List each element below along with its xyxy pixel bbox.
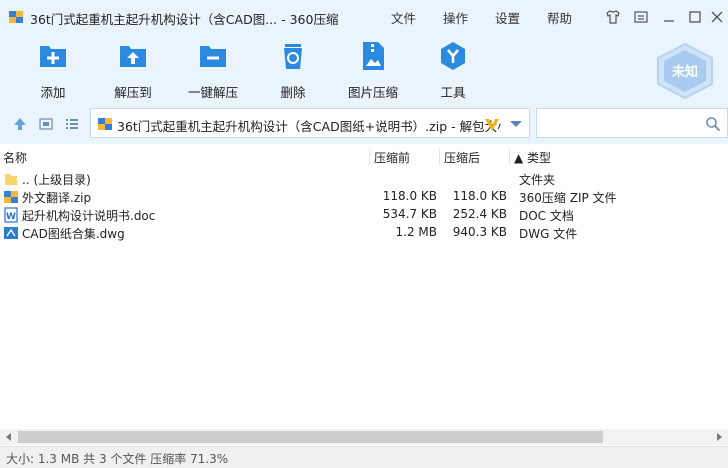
column-compressed-size[interactable]: 压缩后 [444,149,480,166]
menu-help[interactable]: 帮助 [547,8,572,27]
zip-archive-icon [98,118,112,130]
delete-icon [284,44,302,69]
checkmark-icon [485,119,499,131]
skin-button[interactable] [604,8,622,26]
menu-action[interactable]: 操作 [443,8,468,27]
doc-file-icon: W [4,207,18,223]
column-divider[interactable] [369,149,370,165]
image-compress-icon [363,42,384,70]
delete-button[interactable]: 删除 [258,38,328,100]
extract-to-button[interactable]: 解压到 [98,38,168,100]
one-click-extract-button[interactable]: 一键解压 [178,38,248,100]
file-original-size: 534.7 KB [382,207,437,221]
feedback-button[interactable] [632,8,650,26]
file-compressed-size: 940.3 KB [452,225,507,239]
one-click-extract-icon [200,46,226,67]
chevron-down-icon[interactable] [509,119,523,129]
file-name: 起升机构设计说明书.doc [22,209,156,223]
window-title: 36t门式起重机主起升机构设计（含CAD图... - 360压缩 [30,12,339,27]
menu-settings[interactable]: 设置 [495,8,520,27]
scrollbar-thumb[interactable] [18,431,603,443]
minimize-button[interactable] [660,8,678,26]
list-view-icon[interactable] [64,116,80,132]
svg-text:W: W [6,212,16,222]
file-type: DWG 文件 [519,227,578,241]
column-name[interactable]: 名称 [3,149,27,166]
minimize-icon [664,20,674,22]
status-text: 大小: 1.3 MB 共 3 个文件 压缩率 71.3% [6,452,229,466]
badge-label: 未知 [671,64,698,80]
file-name: .. (上级目录) [22,173,91,187]
up-arrow-icon[interactable] [12,116,28,132]
search-input[interactable] [536,108,728,138]
column-type[interactable]: ▲ 类型 [514,149,551,166]
scroll-left-icon[interactable] [4,432,14,442]
shirt-icon [606,10,620,24]
zip-file-icon [4,191,18,203]
file-type: 文件夹 [519,173,556,187]
unknown-status-badge[interactable]: 未知 [654,42,716,100]
list-item[interactable]: W 起升机构设计说明书.doc 534.7 KB 252.4 KB DOC 文档 [0,206,728,224]
maximize-icon [689,11,701,23]
file-type: DOC 文档 [519,209,574,223]
extract-to-icon [120,46,146,67]
path-field[interactable]: 36t门式起重机主起升机构设计（含CAD图纸+说明书）.zip - 解包大小 [90,108,530,138]
tools-icon [441,42,465,70]
path-text: 36t门式起重机主起升机构设计（含CAD图纸+说明书）.zip - 解包大小 [117,119,501,134]
maximize-button[interactable] [686,8,704,26]
add-button[interactable]: 添加 [18,38,88,100]
file-original-size: 118.0 KB [382,189,437,203]
toolbar: 添加 解压到 一键解压 删除 图片压缩 工具 未知 [0,34,728,104]
column-divider[interactable] [439,149,440,165]
close-button[interactable] [708,8,726,26]
thumbnail-view-icon[interactable] [38,116,54,132]
file-name: 外文翻译.zip [22,191,92,205]
image-compress-button[interactable]: 图片压缩 [338,38,408,100]
column-divider[interactable] [509,149,510,165]
close-icon [711,11,723,23]
tools-button[interactable]: 工具 [418,38,488,100]
file-type: 360压缩 ZIP 文件 [519,191,617,205]
dwg-file-icon [4,227,18,239]
horizontal-scrollbar[interactable] [0,429,728,445]
list-item[interactable]: CAD图纸合集.dwg 1.2 MB 940.3 KB DWG 文件 [0,224,728,242]
title-bar: 36t门式起重机主起升机构设计（含CAD图... - 360压缩 文件 操作 设… [0,0,728,34]
message-icon [634,11,648,23]
column-original-size[interactable]: 压缩前 [374,149,410,166]
file-name: CAD图纸合集.dwg [22,227,125,241]
file-compressed-size: 252.4 KB [452,207,507,221]
file-compressed-size: 118.0 KB [452,189,507,203]
status-bar: 大小: 1.3 MB 共 3 个文件 压缩率 71.3% [0,446,728,468]
list-item[interactable]: .. (上级目录) 文件夹 [0,170,728,188]
menu-file[interactable]: 文件 [391,8,416,27]
file-original-size: 1.2 MB [395,225,437,239]
add-icon [40,46,66,67]
address-bar: 36t门式起重机主起升机构设计（含CAD图纸+说明书）.zip - 解包大小 [0,104,728,144]
search-icon[interactable] [705,116,721,132]
app-logo-icon [9,11,23,23]
column-header: 名称 压缩前 压缩后 ▲ 类型 [0,146,728,168]
folder-icon [5,174,17,185]
list-item[interactable]: 外文翻译.zip 118.0 KB 118.0 KB 360压缩 ZIP 文件 [0,188,728,206]
scroll-right-icon[interactable] [714,432,724,442]
